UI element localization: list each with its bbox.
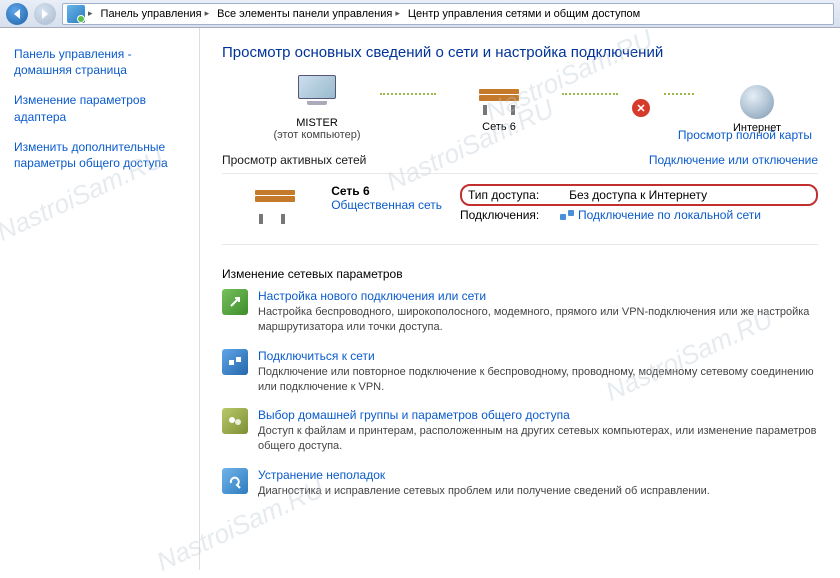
nav-back-button[interactable] xyxy=(6,3,28,25)
access-highlight: Тип доступа: Без доступа к Интернету xyxy=(460,184,818,206)
sidebar: Панель управления - домашняя страница Из… xyxy=(0,28,200,570)
connector-line xyxy=(664,93,694,95)
sidebar-item-adapter-settings[interactable]: Изменение параметров адаптера xyxy=(14,92,185,124)
chevron-right-icon: ▸ xyxy=(205,8,210,19)
globe-icon xyxy=(740,85,774,119)
chevron-right-icon: ▸ xyxy=(88,8,93,19)
control-panel-icon xyxy=(67,5,85,23)
arrow-right-icon xyxy=(42,9,48,19)
connections-label: Подключения: xyxy=(460,208,560,222)
main-panel: Просмотр основных сведений о сети и наст… xyxy=(200,28,840,570)
computer-name: MISTER xyxy=(262,117,372,129)
bench-icon xyxy=(477,89,521,115)
access-type-value: Без доступа к Интернету xyxy=(569,188,707,202)
view-full-map-link[interactable]: Просмотр полной карты xyxy=(678,128,812,142)
arrow-left-icon xyxy=(14,9,20,19)
network-type-link[interactable]: Общественная сеть xyxy=(331,198,442,212)
task-troubleshoot-desc: Диагностика и исправление сетевых пробле… xyxy=(258,484,710,499)
sidebar-item-advanced-sharing[interactable]: Изменить дополнительные параметры общего… xyxy=(14,139,185,171)
network-name: Сеть 6 xyxy=(444,121,554,133)
sidebar-item-home[interactable]: Панель управления - домашняя страница xyxy=(14,46,185,78)
bench-icon xyxy=(253,190,291,224)
new-connection-icon xyxy=(222,289,248,315)
computer-icon xyxy=(293,75,341,115)
x-error-icon: ✕ xyxy=(632,99,650,117)
task-troubleshoot-link[interactable]: Устранение неполадок xyxy=(258,468,710,482)
network-adapter-icon xyxy=(560,210,574,220)
page-title: Просмотр основных сведений о сети и наст… xyxy=(222,44,818,61)
breadcrumb-item-2[interactable]: Все элементы панели управления▸ xyxy=(213,8,404,20)
connector-line xyxy=(562,93,618,95)
breadcrumb[interactable]: ▸ Панель управления▸ Все элементы панели… xyxy=(62,3,834,25)
connect-network-icon xyxy=(222,349,248,375)
access-type-label: Тип доступа: xyxy=(468,188,539,202)
breadcrumb-item-1[interactable]: Панель управления▸ xyxy=(97,8,214,20)
task-connect-network-desc: Подключение или повторное подключение к … xyxy=(258,365,818,395)
task-new-connection-desc: Настройка беспроводного, широкополосного… xyxy=(258,305,818,335)
active-network-name: Сеть 6 xyxy=(331,184,442,198)
connect-disconnect-link[interactable]: Подключение или отключение xyxy=(649,153,818,167)
nav-forward-button[interactable] xyxy=(34,3,56,25)
connection-link[interactable]: Подключение по локальной сети xyxy=(560,208,818,222)
connector-line xyxy=(380,93,436,95)
chevron-right-icon: ▸ xyxy=(395,8,400,19)
task-homegroup-desc: Доступ к файлам и принтерам, расположенн… xyxy=(258,424,818,454)
task-connect-network-link[interactable]: Подключиться к сети xyxy=(258,349,818,363)
troubleshoot-icon xyxy=(222,468,248,494)
active-networks-title: Просмотр активных сетей xyxy=(222,153,366,167)
breadcrumb-item-3[interactable]: Центр управления сетями и общим доступом xyxy=(404,8,644,20)
homegroup-icon xyxy=(222,408,248,434)
task-homegroup-link[interactable]: Выбор домашней группы и параметров общег… xyxy=(258,408,818,422)
task-new-connection-link[interactable]: Настройка нового подключения или сети xyxy=(258,289,818,303)
computer-sublabel: (этот компьютер) xyxy=(262,129,372,141)
tasks-title: Изменение сетевых параметров xyxy=(222,267,818,281)
